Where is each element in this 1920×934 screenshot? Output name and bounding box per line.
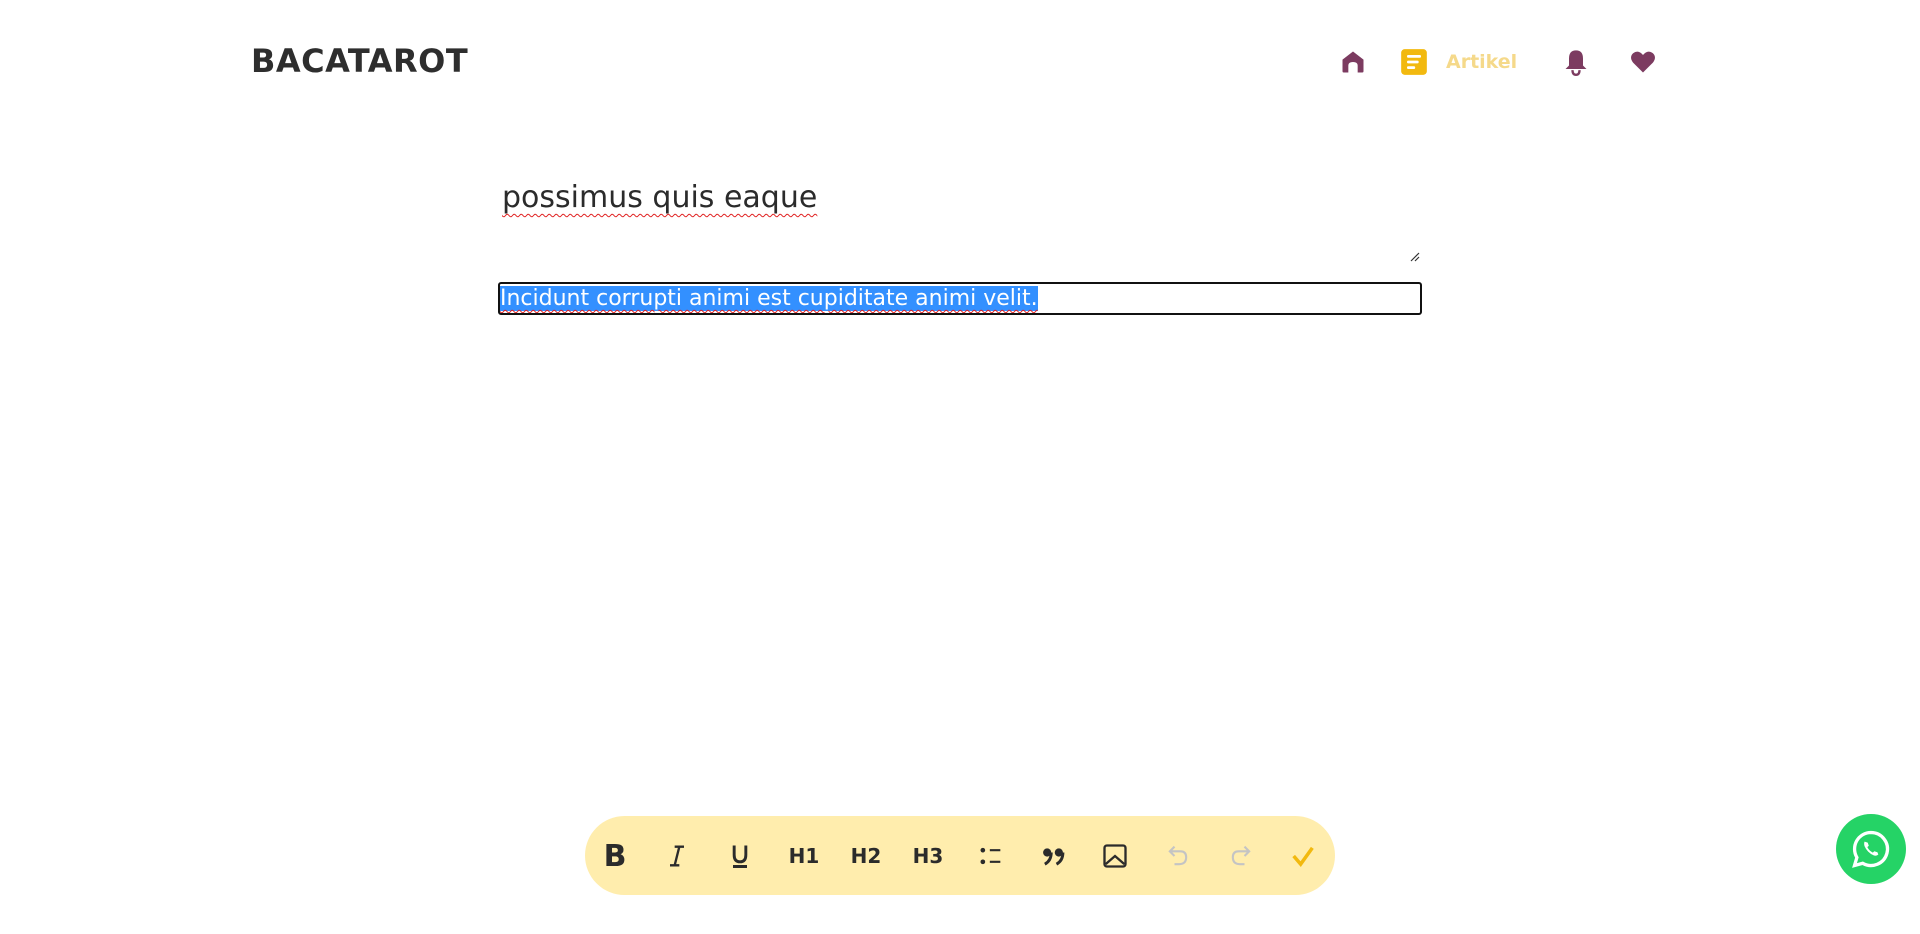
title-textarea[interactable]: possimus quis eaque [502, 180, 817, 215]
h1-button[interactable]: H1 [784, 836, 824, 876]
redo-icon [1231, 845, 1251, 866]
undo-button[interactable] [1158, 836, 1198, 876]
heart-icon [1631, 51, 1655, 73]
h3-button[interactable]: H3 [908, 836, 948, 876]
image-icon [1103, 844, 1127, 868]
underline-icon [732, 845, 748, 868]
bell-icon [1565, 50, 1587, 76]
quote-icon [1043, 848, 1065, 866]
nav-artikel-label: Artikel [1446, 51, 1518, 73]
list-button[interactable] [971, 836, 1011, 876]
whatsapp-icon [1852, 830, 1890, 868]
underline-button[interactable] [720, 836, 760, 876]
nav-home[interactable] [1339, 44, 1367, 80]
image-button[interactable] [1095, 836, 1135, 876]
check-icon [1292, 846, 1314, 868]
nav-notifications[interactable] [1562, 44, 1590, 80]
list-icon [980, 847, 1001, 865]
italic-icon [670, 845, 684, 867]
italic-button[interactable] [657, 836, 697, 876]
nav-favorites[interactable] [1629, 44, 1657, 80]
home-icon [1342, 51, 1364, 73]
content-editor[interactable]: Incidunt corrupti animi est cupiditate a… [498, 282, 1422, 315]
bold-button[interactable]: B [595, 836, 635, 876]
article-icon [1401, 49, 1427, 75]
nav-artikel[interactable]: Artikel [1400, 44, 1517, 80]
resize-handle-icon[interactable] [1408, 250, 1420, 262]
undo-icon [1168, 845, 1188, 866]
save-button[interactable] [1283, 836, 1323, 876]
redo-button[interactable] [1221, 836, 1261, 876]
quote-button[interactable] [1033, 836, 1073, 876]
top-nav: Artikel [0, 44, 1920, 80]
h2-button[interactable]: H2 [846, 836, 886, 876]
editor-toolbar: B H1 H2 H3 [585, 816, 1335, 895]
whatsapp-button[interactable] [1836, 814, 1906, 884]
selected-content-text: Incidunt corrupti animi est cupiditate a… [500, 286, 1038, 311]
